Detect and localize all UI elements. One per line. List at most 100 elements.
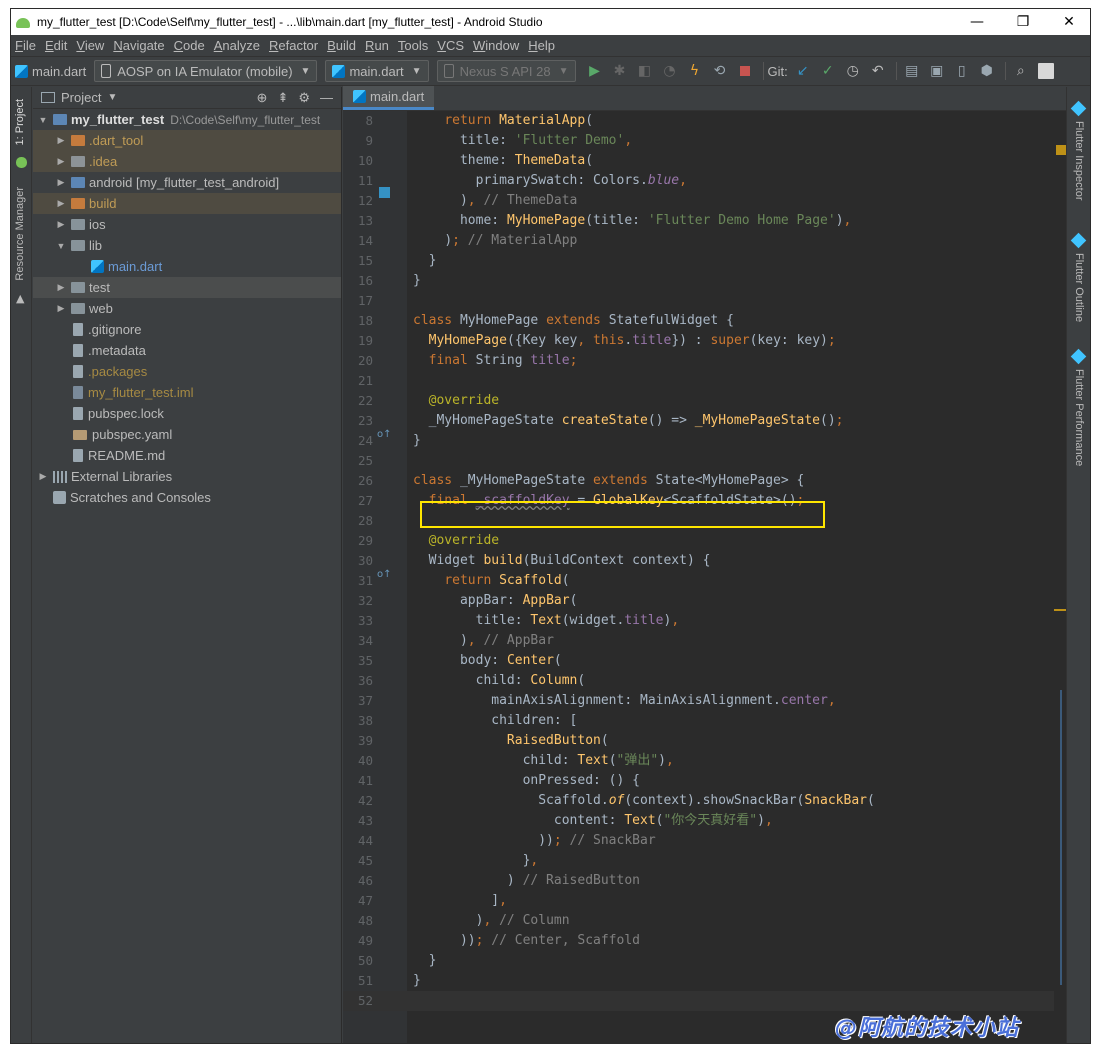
tree-item[interactable]: pubspec.yaml [33,424,341,445]
expand-toggle-icon[interactable]: ▶ [55,198,67,209]
run-config-selector[interactable]: main.dart ▼ [325,60,429,82]
tree-item[interactable]: ▶ build [33,193,341,214]
project-tool-tab[interactable]: 1: Project [14,99,26,145]
code-line: 24} [343,431,1068,451]
tree-item[interactable]: Scratches and Consoles [33,487,341,508]
close-button[interactable]: ✕ [1046,9,1090,35]
menu-edit[interactable]: Edit [45,38,67,53]
menu-vcs[interactable]: VCS [437,38,464,53]
project-structure-icon[interactable]: ▤ [901,60,923,82]
tree-item[interactable]: ▼ lib [33,235,341,256]
stop-icon[interactable] [734,60,756,82]
avd-manager-icon[interactable]: ▯ [951,60,973,82]
menu-run[interactable]: Run [365,38,389,53]
settings-gear-icon[interactable]: ⚙ [298,90,310,106]
tree-item[interactable]: .gitignore [33,319,341,340]
tree-item[interactable]: pubspec.lock [33,403,341,424]
menu-view[interactable]: View [76,38,104,53]
tree-item[interactable]: ▶ .dart_tool [33,130,341,151]
flutter-inspector-tab[interactable]: Flutter Inspector [1073,121,1085,200]
line-number: 16 [357,273,373,288]
code-line: 46 ) // RaisedButton [343,871,1068,891]
menu-tools[interactable]: Tools [398,38,428,53]
hot-restart-icon[interactable]: ⟲ [709,60,731,82]
code-line: 32 appBar: AppBar( [343,591,1068,611]
tree-item[interactable]: .metadata [33,340,341,361]
expand-toggle-icon[interactable]: ▼ [55,241,67,251]
scroll-thumb[interactable] [1060,690,1062,985]
search-icon[interactable]: ⌕ [1010,60,1032,82]
avatar-icon[interactable] [1035,60,1057,82]
tree-item[interactable]: ▶ android [my_flutter_test_android] [33,172,341,193]
code-area[interactable]: 8 return MaterialApp(9 title: 'Flutter D… [343,111,1068,1043]
menu-refactor[interactable]: Refactor [269,38,318,53]
line-number: 21 [357,373,373,388]
expand-toggle-icon[interactable]: ▶ [55,282,67,293]
git-rollback-icon[interactable]: ↶ [867,60,889,82]
code-line: 37 mainAxisAlignment: MainAxisAlignment.… [343,691,1068,711]
file-icon [73,344,83,357]
git-update-icon[interactable]: ↙ [792,60,814,82]
tree-item[interactable]: ▶ web [33,298,341,319]
line-number: 51 [357,973,373,988]
expand-toggle-icon[interactable]: ▼ [37,115,49,125]
git-history-icon[interactable]: ◷ [842,60,864,82]
coverage-icon[interactable]: ◧ [634,60,656,82]
menu-window[interactable]: Window [473,38,519,53]
line-number: 35 [357,653,373,668]
hot-reload-icon[interactable]: ϟ [684,60,706,82]
flutter-outline-tab[interactable]: Flutter Outline [1073,253,1085,322]
expand-toggle-icon[interactable]: ▶ [55,303,67,314]
warning-marker-icon[interactable] [1056,145,1066,155]
tree-item[interactable]: ▶ .idea [33,151,341,172]
chevron-down-icon[interactable]: ▼ [107,92,117,103]
tree-item[interactable]: ▶ ios [33,214,341,235]
code-line: 38 children: [ [343,711,1068,731]
expand-toggle-icon[interactable]: ▶ [55,177,67,188]
tree-item[interactable]: ▼ my_flutter_test D:\Code\Self\my_flutter_… [33,109,341,130]
profile-icon[interactable]: ◔ [659,60,681,82]
menu-navigate[interactable]: Navigate [113,38,164,53]
menu-analyze[interactable]: Analyze [214,38,260,53]
line-number: 33 [357,613,373,628]
tree-item[interactable]: ▶ test [33,277,341,298]
sdk-manager-icon[interactable]: ▣ [926,60,948,82]
menu-build[interactable]: Build [327,38,356,53]
maximize-button[interactable]: ❐ [1000,9,1046,35]
hide-panel-icon[interactable]: — [320,90,333,106]
menu-file[interactable]: File [15,38,36,53]
line-number: 32 [357,593,373,608]
debug-icon[interactable]: ✱ [609,60,631,82]
run-icon[interactable]: ▶ [584,60,606,82]
gradle-sync-icon[interactable]: ⬢ [976,60,998,82]
resource-manager-tab[interactable]: Resource Manager [14,187,26,281]
tree-item[interactable]: main.dart [33,256,341,277]
menu-code[interactable]: Code [174,38,205,53]
navigation-breadcrumb[interactable]: main.dart [15,64,86,79]
color-swatch-icon[interactable] [379,187,390,198]
locate-file-icon[interactable]: ⊕ [257,90,268,106]
expand-toggle-icon[interactable]: ▶ [37,471,49,482]
expand-toggle-icon[interactable]: ▶ [55,156,67,167]
tree-item[interactable]: README.md [33,445,341,466]
expand-toggle-icon[interactable]: ▶ [55,219,67,230]
tree-item[interactable]: ▶ External Libraries [33,466,341,487]
project-view-selector[interactable]: Project [61,90,101,105]
minimize-button[interactable]: — [954,9,1000,35]
code-text: home: MyHomePage(title: 'Flutter Demo Ho… [459,213,852,228]
line-number: 19 [357,333,373,348]
implemented-override-icon[interactable]: o↑ [377,429,392,440]
code-line: 36 child: Column( [343,671,1068,691]
collapse-all-icon[interactable]: ⇞ [277,90,288,106]
git-commit-icon[interactable]: ✓ [817,60,839,82]
tree-item[interactable]: my_flutter_test.iml [33,382,341,403]
expand-toggle-icon[interactable]: ▶ [55,135,67,146]
override-method-icon[interactable]: o↑ [377,569,392,580]
device-selector[interactable]: AOSP on IA Emulator (mobile) ▼ [94,60,318,82]
menu-help[interactable]: Help [528,38,555,53]
avd-selector[interactable]: Nexus S API 28 ▼ [436,60,576,82]
code-line: 18 class MyHomePage extends StatefulWidge… [343,311,1068,331]
tree-item[interactable]: .packages [33,361,341,382]
editor-tab-main-dart[interactable]: main.dart [343,86,435,110]
flutter-performance-tab[interactable]: Flutter Performance [1073,369,1085,466]
